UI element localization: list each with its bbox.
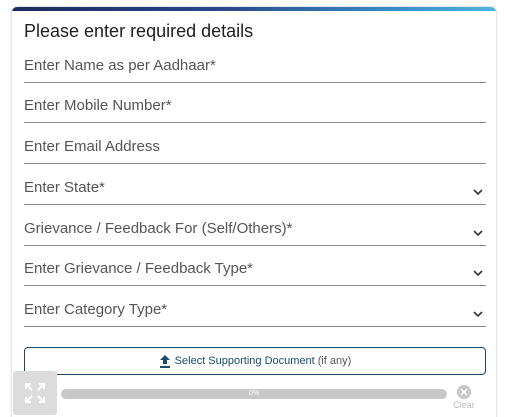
upload-progress-text: 0%	[248, 390, 260, 397]
clear-upload-button[interactable]: Clear	[451, 385, 477, 417]
chevron-down-icon	[473, 270, 483, 277]
expand-icon	[25, 383, 45, 403]
grievance-type-select[interactable]: Enter Grievance / Feedback Type*	[24, 256, 486, 286]
state-select-label: Enter State*	[24, 179, 105, 196]
name-field-label: Enter Name as per Aadhaar*	[24, 57, 216, 74]
clear-label: Clear	[453, 400, 475, 410]
chevron-down-icon	[473, 189, 483, 196]
grievance-type-select-label: Enter Grievance / Feedback Type*	[24, 260, 254, 277]
upload-progress-bar: 0%	[61, 389, 447, 399]
state-select[interactable]: Enter State*	[24, 175, 486, 205]
email-field-label: Enter Email Address	[24, 138, 160, 155]
expand-preview-button[interactable]	[13, 371, 57, 415]
select-document-note: (if any)	[317, 355, 352, 367]
grievance-for-select[interactable]: Grievance / Feedback For (Self/Others)*	[24, 216, 486, 246]
card-accent-bar	[12, 7, 496, 11]
chevron-down-icon	[473, 230, 483, 237]
select-document-label: Select Supporting Document	[174, 355, 315, 367]
clear-icon	[457, 385, 471, 399]
select-document-button[interactable]: Select Supporting Document (if any)	[24, 347, 486, 375]
details-form-card: Please enter required details Enter Name…	[11, 6, 497, 417]
mobile-field-label: Enter Mobile Number*	[24, 97, 172, 114]
form-title: Please enter required details	[24, 21, 254, 41]
category-type-select[interactable]: Enter Category Type*	[24, 297, 486, 327]
category-type-select-label: Enter Category Type*	[24, 301, 168, 318]
upload-icon	[159, 354, 170, 368]
grievance-for-select-label: Grievance / Feedback For (Self/Others)*	[24, 220, 293, 237]
mobile-field[interactable]: Enter Mobile Number*	[24, 93, 486, 123]
name-field[interactable]: Enter Name as per Aadhaar*	[24, 53, 486, 83]
chevron-down-icon	[473, 311, 483, 318]
email-field[interactable]: Enter Email Address	[24, 134, 486, 164]
